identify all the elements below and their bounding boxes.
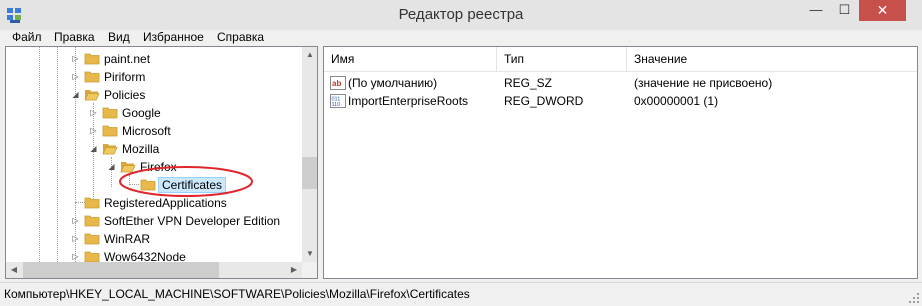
- tree-item[interactable]: ▷ Microsoft: [6, 122, 301, 140]
- values-list[interactable]: Имя Тип Значение ab (По умолчанию) REG_S…: [323, 46, 918, 279]
- status-bar: Компьютер\HKEY_LOCAL_MACHINE\SOFTWARE\Po…: [0, 282, 922, 306]
- menu-favorites[interactable]: Избранное: [141, 30, 206, 46]
- column-header-data[interactable]: Значение: [627, 47, 917, 72]
- folder-icon: [84, 53, 100, 65]
- menu-bar: Файл Правка Вид Избранное Справка: [0, 30, 922, 46]
- tree-vertical-scrollbar[interactable]: ▲ ▼: [302, 47, 317, 262]
- title-bar: Редактор реестра — ☐ ✕: [0, 0, 922, 30]
- binary-value-icon: 011 110: [330, 94, 346, 108]
- tree-item-label: paint.net: [104, 52, 151, 66]
- list-header: Имя Тип Значение: [324, 47, 917, 72]
- collapsed-arrow-icon[interactable]: ▷: [71, 54, 80, 63]
- value-type: REG_SZ: [504, 76, 553, 90]
- scrollbar-corner: [302, 262, 317, 278]
- tree-item[interactable]: RegisteredApplications: [6, 194, 301, 212]
- resize-grip-icon[interactable]: [908, 292, 920, 304]
- open-folder-icon: [84, 90, 100, 101]
- value-data: 0x00000001 (1): [634, 94, 719, 108]
- vertical-scroll-thumb[interactable]: [302, 157, 317, 189]
- value-type: REG_DWORD: [504, 94, 584, 108]
- svg-text:110: 110: [332, 102, 341, 108]
- tree-item[interactable]: ▷ WinRAR: [6, 230, 301, 248]
- client-area: ▷ paint.net ▷ Piriform ◢ Policies ▷ Goog…: [0, 46, 922, 306]
- tree-item-label: Mozilla: [122, 142, 160, 156]
- menu-file[interactable]: Файл: [10, 30, 44, 46]
- value-data: (значение не присвоено): [634, 76, 773, 90]
- folder-icon: [84, 233, 100, 245]
- tree-item-label: RegisteredApplications: [104, 196, 227, 210]
- maximize-button[interactable]: ☐: [831, 0, 858, 21]
- expanded-arrow-icon[interactable]: ◢: [71, 90, 80, 99]
- folder-icon: [84, 71, 100, 83]
- tree-item-label: SoftEther VPN Developer Edition: [104, 214, 281, 228]
- menu-help[interactable]: Справка: [215, 30, 266, 46]
- tree-item[interactable]: ▷ paint.net: [6, 50, 301, 68]
- tree-item[interactable]: ▷ SoftEther VPN Developer Edition: [6, 212, 301, 230]
- collapsed-arrow-icon[interactable]: ▷: [89, 108, 98, 117]
- tree-item[interactable]: ▷ Google: [6, 104, 301, 122]
- scroll-up-icon[interactable]: ▲: [302, 47, 317, 63]
- tree-item[interactable]: ◢ Mozilla: [6, 140, 301, 158]
- collapsed-arrow-icon[interactable]: ▷: [71, 216, 80, 225]
- tree-item-label: Firefox: [140, 160, 177, 174]
- value-name: ImportEnterpriseRoots: [348, 94, 469, 108]
- list-row[interactable]: ab (По умолчанию) REG_SZ (значение не пр…: [324, 74, 917, 92]
- svg-text:ab: ab: [332, 79, 341, 88]
- folder-icon: [102, 125, 118, 137]
- open-folder-icon: [120, 162, 136, 173]
- folder-icon: [84, 215, 100, 227]
- tree-item-label: WinRAR: [104, 232, 151, 246]
- tree-item[interactable]: ◢ Firefox: [6, 158, 301, 176]
- folder-icon: [102, 107, 118, 119]
- tree-item-label: Policies: [104, 88, 146, 102]
- folder-icon: [84, 197, 100, 209]
- column-header-type[interactable]: Тип: [497, 47, 626, 72]
- list-row[interactable]: 011 110 ImportEnterpriseRoots REG_DWORD …: [324, 92, 917, 110]
- collapsed-arrow-icon[interactable]: ▷: [71, 252, 80, 261]
- tree-item-label: Microsoft: [122, 124, 171, 138]
- tree-item-label: Certificates: [158, 177, 227, 193]
- window-title: Редактор реестра: [398, 6, 524, 23]
- menu-edit[interactable]: Правка: [52, 30, 97, 46]
- tree-item[interactable]: ◢ Policies: [6, 86, 301, 104]
- menu-view[interactable]: Вид: [106, 30, 132, 46]
- close-button[interactable]: ✕: [859, 0, 906, 21]
- minimize-button[interactable]: —: [802, 0, 830, 21]
- scroll-down-icon[interactable]: ▼: [302, 246, 317, 262]
- folder-icon: [140, 179, 156, 191]
- collapsed-arrow-icon[interactable]: ▷: [71, 234, 80, 243]
- column-header-name[interactable]: Имя: [324, 47, 496, 72]
- value-name: (По умолчанию): [348, 76, 438, 90]
- tree-item[interactable]: ▷ Piriform: [6, 68, 301, 86]
- key-tree[interactable]: ▷ paint.net ▷ Piriform ◢ Policies ▷ Goog…: [5, 46, 318, 279]
- open-folder-icon: [102, 144, 118, 155]
- scroll-right-icon[interactable]: ▶: [286, 262, 302, 278]
- collapsed-arrow-icon[interactable]: ▷: [89, 126, 98, 135]
- scroll-left-icon[interactable]: ◀: [6, 262, 22, 278]
- current-key-path: Компьютер\HKEY_LOCAL_MACHINE\SOFTWARE\Po…: [4, 287, 470, 301]
- tree-item-selected[interactable]: Certificates: [6, 176, 301, 194]
- collapsed-arrow-icon[interactable]: ▷: [71, 72, 80, 81]
- tree-item-label: Piriform: [104, 70, 146, 84]
- tree-item-label: Google: [122, 106, 161, 120]
- tree-horizontal-scrollbar[interactable]: ◀ ▶: [6, 262, 302, 278]
- horizontal-scroll-thumb[interactable]: [23, 262, 219, 278]
- string-value-icon: ab: [330, 76, 346, 90]
- expanded-arrow-icon[interactable]: ◢: [107, 162, 116, 171]
- expanded-arrow-icon[interactable]: ◢: [89, 144, 98, 153]
